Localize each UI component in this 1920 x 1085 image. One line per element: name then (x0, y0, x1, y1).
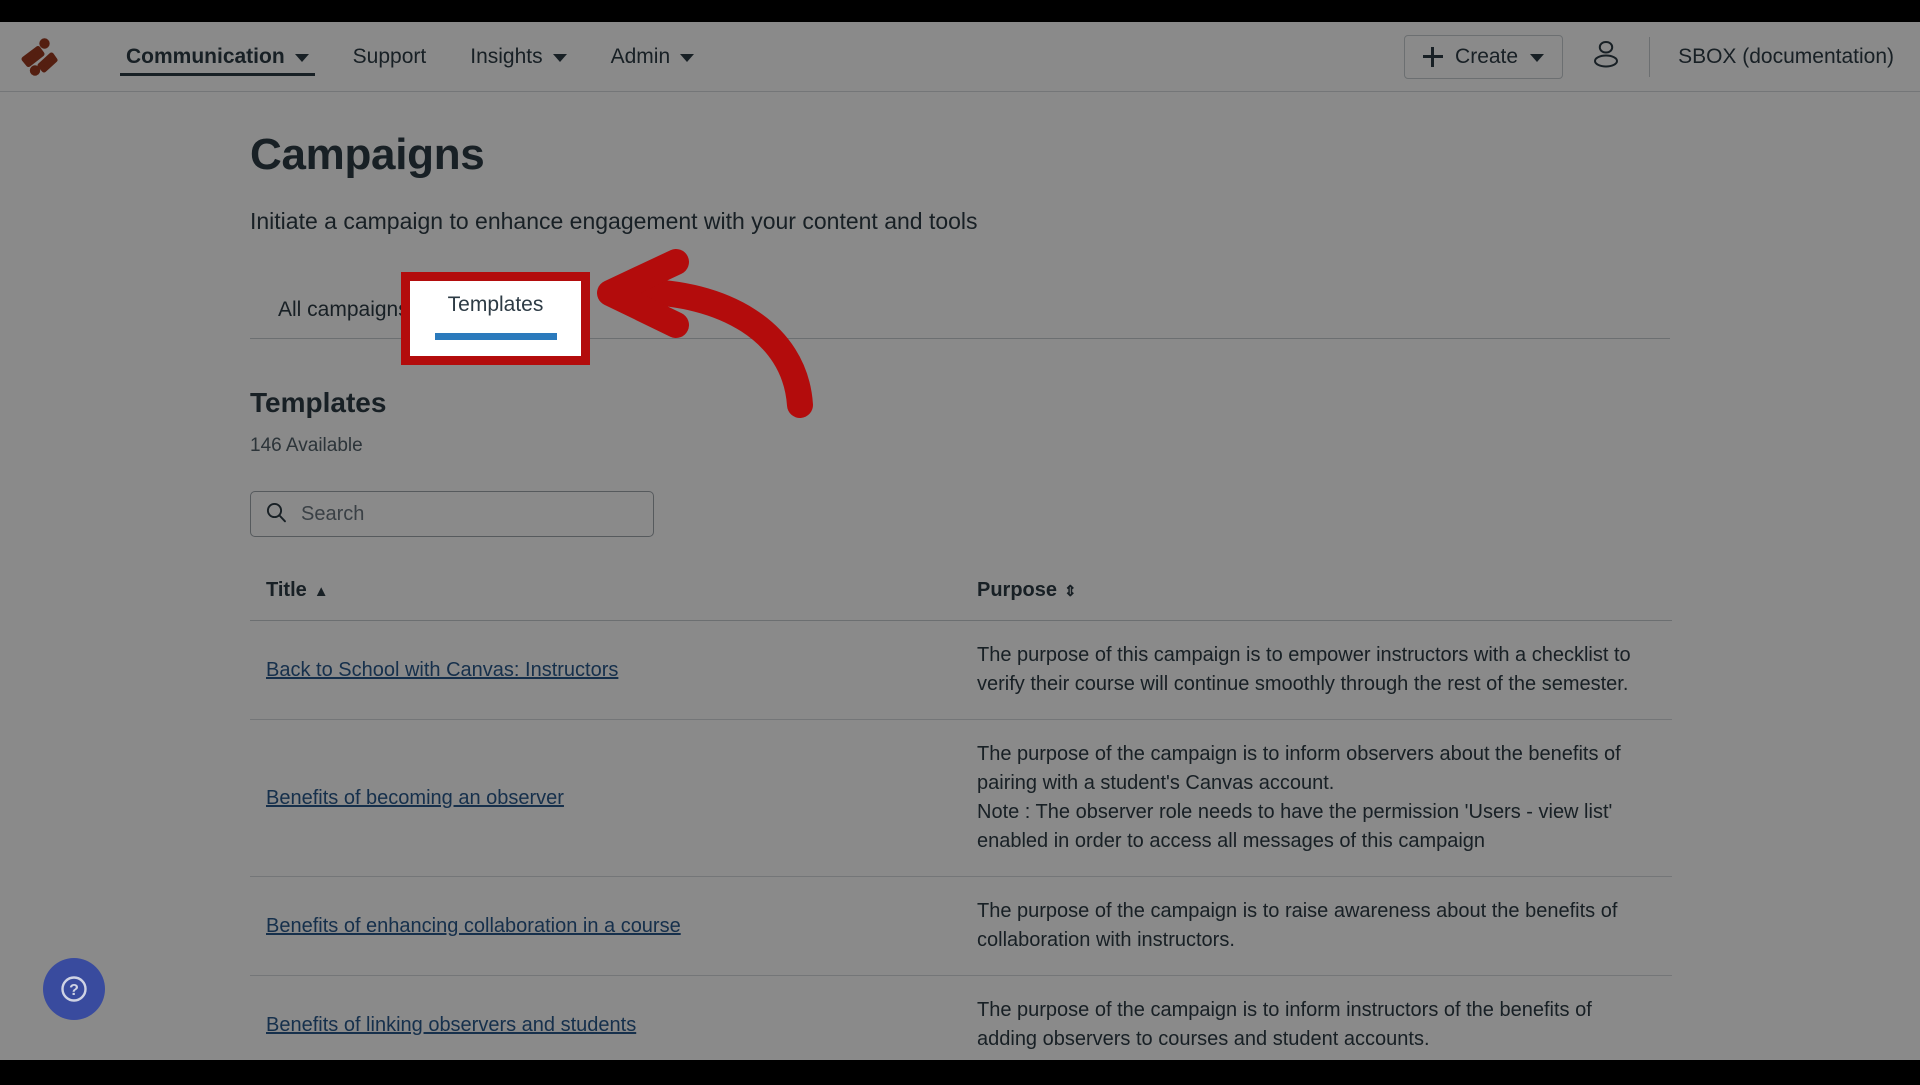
account-name-label: SBOX (documentation) (1678, 44, 1894, 68)
primary-nav-links: Communication Support Insights Admin (104, 22, 716, 92)
table-cell-title: Benefits of enhancing collaboration in a… (250, 876, 961, 976)
tab-label: All campaigns (278, 298, 409, 321)
column-header-title[interactable]: Title ▲ (250, 579, 961, 621)
column-header-purpose-label: Purpose (977, 579, 1058, 601)
table-row: Benefits of enhancing collaboration in a… (250, 876, 1672, 976)
chevron-down-icon (680, 53, 695, 62)
sort-ascending-icon: ▲ (313, 583, 329, 600)
create-button[interactable]: Create (1404, 34, 1564, 79)
table-cell-title: Benefits of becoming an observer (250, 719, 961, 877)
template-title-link[interactable]: Benefits of enhancing collaboration in a… (266, 915, 681, 937)
nav-item-admin[interactable]: Admin (589, 22, 717, 92)
search-field[interactable] (250, 491, 654, 537)
table-row: Back to School with Canvas: Instructors … (250, 620, 1672, 720)
templates-table: Title ▲ Purpose ⇕ Back to School with Canv… (250, 579, 1672, 1060)
table-cell-purpose: The purpose of the campaign is to inform… (961, 975, 1672, 1060)
table-header-row: Title ▲ Purpose ⇕ (250, 579, 1672, 621)
table-body: Back to School with Canvas: Instructors … (250, 620, 1672, 1060)
screen: Communication Support Insights Admin Cre… (0, 0, 1920, 1080)
table-header: Title ▲ Purpose ⇕ (250, 579, 1672, 621)
table-cell-purpose: The purpose of the campaign is to raise … (961, 876, 1672, 976)
highlighted-tab-label: Templates (447, 293, 544, 316)
create-button-label: Create (1455, 44, 1519, 68)
nav-item-label: Admin (610, 44, 671, 68)
highlight-box-templates-tab[interactable]: Templates (401, 272, 590, 365)
nav-item-communication[interactable]: Communication (104, 22, 331, 92)
browser-viewport: Communication Support Insights Admin Cre… (0, 22, 1920, 1060)
table-cell-title: Benefits of linking observers and studen… (250, 975, 961, 1060)
template-title-link[interactable]: Benefits of linking observers and studen… (266, 1014, 636, 1036)
table-cell-purpose: The purpose of the campaign is to inform… (961, 719, 1672, 877)
templates-section-heading: Templates (250, 387, 387, 418)
question-mark-icon: ? (61, 976, 87, 1002)
table-row: Benefits of linking observers and studen… (250, 975, 1672, 1060)
help-button[interactable]: ? (43, 958, 105, 1020)
nav-divider (1649, 36, 1651, 77)
instructure-logo-icon[interactable] (18, 35, 62, 79)
nav-item-support[interactable]: Support (331, 22, 449, 92)
column-header-purpose[interactable]: Purpose ⇕ (961, 579, 1672, 621)
chevron-down-icon (552, 53, 567, 62)
nav-item-label: Insights (470, 44, 543, 68)
search-icon (265, 501, 287, 528)
nav-right-cluster: Create SBOX (documentation) (1404, 34, 1894, 79)
column-header-title-label: Title (266, 579, 307, 601)
table-cell-title: Back to School with Canvas: Instructors (250, 620, 961, 720)
table-cell-purpose: The purpose of this campaign is to empow… (961, 620, 1672, 720)
nav-item-label: Communication (126, 44, 285, 68)
top-navigation-bar: Communication Support Insights Admin Cre… (0, 22, 1920, 92)
plus-icon (1423, 46, 1444, 67)
template-title-link[interactable]: Back to School with Canvas: Instructors (266, 659, 618, 681)
templates-available-count: 146 Available (250, 435, 363, 456)
page-title: Campaigns (250, 130, 485, 179)
nav-item-label: Support (352, 44, 427, 68)
table-row: Benefits of becoming an observer The pur… (250, 719, 1672, 877)
svg-text:?: ? (69, 982, 79, 999)
nav-item-insights[interactable]: Insights (448, 22, 588, 92)
search-input[interactable] (301, 502, 621, 526)
page-subtitle: Initiate a campaign to enhance engagemen… (250, 208, 978, 234)
active-tab-underline (434, 333, 557, 340)
main-content: Campaigns Initiate a campaign to enhance… (0, 92, 1920, 1060)
template-title-link[interactable]: Benefits of becoming an observer (266, 787, 564, 809)
chevron-down-icon (1530, 53, 1545, 62)
user-account-icon[interactable] (1591, 38, 1621, 75)
chevron-down-icon (294, 53, 309, 62)
sort-toggle-icon: ⇕ (1064, 583, 1077, 600)
